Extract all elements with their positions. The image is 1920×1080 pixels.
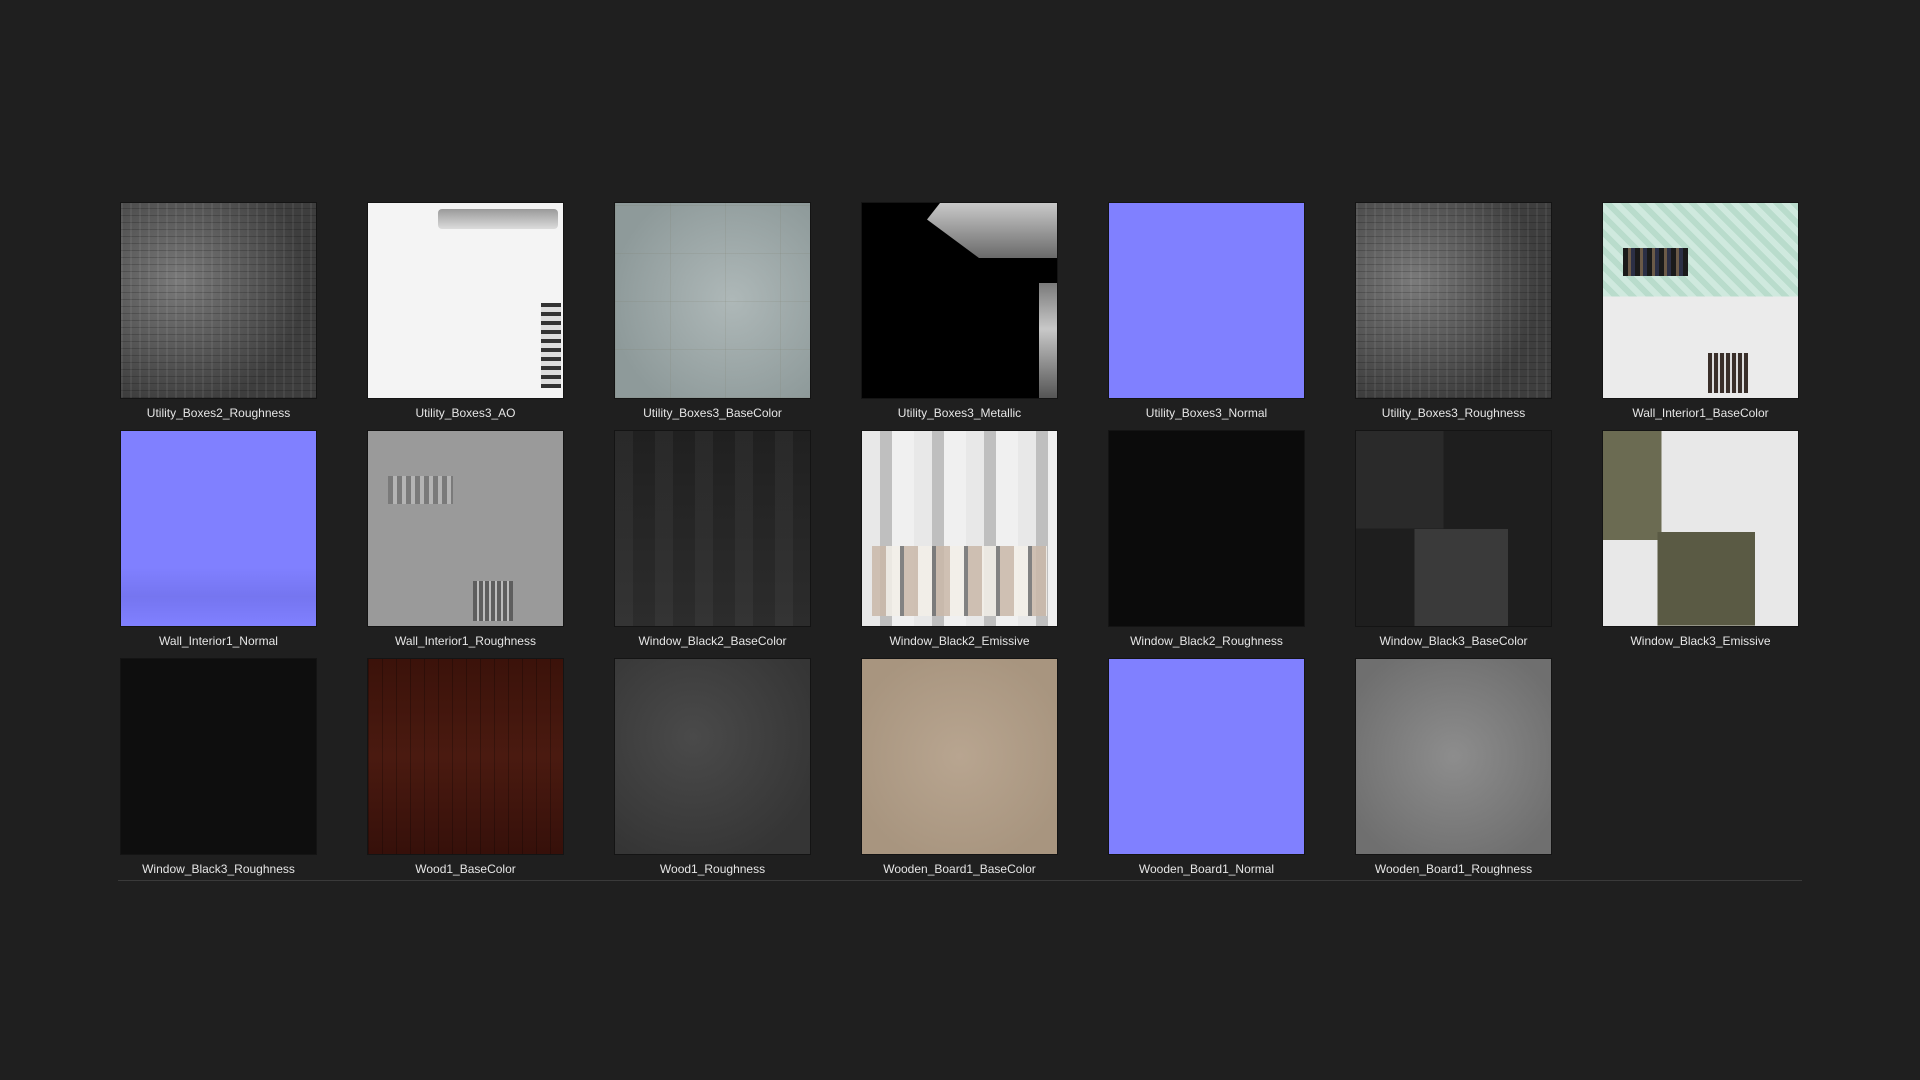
texture-thumbnail[interactable] [121, 659, 316, 854]
texture-label: Window_Black2_Emissive [889, 634, 1030, 648]
texture-tile[interactable]: Window_Black2_BaseColor [615, 431, 810, 659]
texture-thumbnail[interactable] [1356, 659, 1551, 854]
texture-thumbnail[interactable] [121, 203, 316, 398]
texture-thumbnail[interactable] [862, 659, 1057, 854]
texture-label: Wooden_Board1_BaseColor [883, 862, 1036, 876]
texture-thumbnail[interactable] [615, 659, 810, 854]
texture-label: Window_Black3_Emissive [1630, 634, 1771, 648]
texture-tile[interactable]: Wall_Interior1_Normal [121, 431, 316, 659]
texture-thumbnail[interactable] [615, 203, 810, 398]
texture-thumbnail[interactable] [1109, 659, 1304, 854]
texture-tile[interactable]: Utility_Boxes3_Metallic [862, 203, 1057, 431]
texture-tile[interactable]: Window_Black3_Roughness [121, 659, 316, 887]
texture-tile[interactable]: Window_Black3_BaseColor [1356, 431, 1551, 659]
texture-label: Window_Black2_Roughness [1130, 634, 1283, 648]
texture-label: Utility_Boxes3_Roughness [1381, 406, 1526, 420]
texture-label: Window_Black3_BaseColor [1379, 634, 1528, 648]
texture-tile[interactable]: Wall_Interior1_Roughness [368, 431, 563, 659]
texture-thumbnail[interactable] [368, 431, 563, 626]
texture-label: Utility_Boxes3_Normal [1145, 406, 1268, 420]
texture-grid: Utility_Boxes2_Roughness Utility_Boxes3_A… [121, 203, 1801, 887]
texture-thumbnail[interactable] [1109, 431, 1304, 626]
texture-thumbnail[interactable] [862, 431, 1057, 626]
texture-tile[interactable]: Wall_Interior1_BaseColor [1603, 203, 1798, 431]
texture-thumbnail[interactable] [1603, 203, 1798, 398]
texture-tile[interactable]: Wood1_BaseColor [368, 659, 563, 887]
texture-label: Window_Black2_BaseColor [638, 634, 787, 648]
texture-label: Utility_Boxes3_BaseColor [643, 406, 782, 420]
texture-tile[interactable]: Window_Black2_Emissive [862, 431, 1057, 659]
texture-label: Wood1_BaseColor [415, 862, 516, 876]
texture-label: Wooden_Board1_Roughness [1374, 862, 1533, 876]
texture-thumbnail[interactable] [862, 203, 1057, 398]
texture-label: Wall_Interior1_BaseColor [1632, 406, 1769, 420]
texture-tile[interactable]: Utility_Boxes3_AO [368, 203, 563, 431]
texture-label: Window_Black3_Roughness [142, 862, 295, 876]
texture-label: Wall_Interior1_Roughness [395, 634, 536, 648]
texture-tile[interactable]: Wooden_Board1_Roughness [1356, 659, 1551, 887]
texture-label: Utility_Boxes2_Roughness [146, 406, 291, 420]
texture-label: Wall_Interior1_Normal [159, 634, 278, 648]
texture-tile[interactable]: Utility_Boxes2_Roughness [121, 203, 316, 431]
texture-thumbnail[interactable] [1356, 431, 1551, 626]
texture-tile[interactable]: Utility_Boxes3_Normal [1109, 203, 1304, 431]
texture-tile[interactable]: Utility_Boxes3_BaseColor [615, 203, 810, 431]
texture-browser-view: Utility_Boxes2_Roughness Utility_Boxes3_A… [0, 0, 1920, 1080]
texture-thumbnail[interactable] [368, 659, 563, 854]
texture-thumbnail[interactable] [121, 431, 316, 626]
texture-tile[interactable]: Window_Black2_Roughness [1109, 431, 1304, 659]
texture-label: Wooden_Board1_Normal [1138, 862, 1275, 876]
texture-thumbnail[interactable] [1603, 431, 1798, 626]
texture-label: Wood1_Roughness [659, 862, 766, 876]
texture-thumbnail[interactable] [615, 431, 810, 626]
texture-tile[interactable]: Wooden_Board1_Normal [1109, 659, 1304, 887]
texture-thumbnail[interactable] [1356, 203, 1551, 398]
texture-label: Utility_Boxes3_AO [415, 406, 516, 420]
texture-tile[interactable]: Utility_Boxes3_Roughness [1356, 203, 1551, 431]
texture-thumbnail[interactable] [1109, 203, 1304, 398]
texture-tile[interactable]: Wooden_Board1_BaseColor [862, 659, 1057, 887]
grid-divider [118, 880, 1802, 881]
texture-thumbnail[interactable] [368, 203, 563, 398]
texture-tile[interactable]: Window_Black3_Emissive [1603, 431, 1798, 659]
texture-tile[interactable]: Wood1_Roughness [615, 659, 810, 887]
texture-label: Utility_Boxes3_Metallic [897, 406, 1022, 420]
